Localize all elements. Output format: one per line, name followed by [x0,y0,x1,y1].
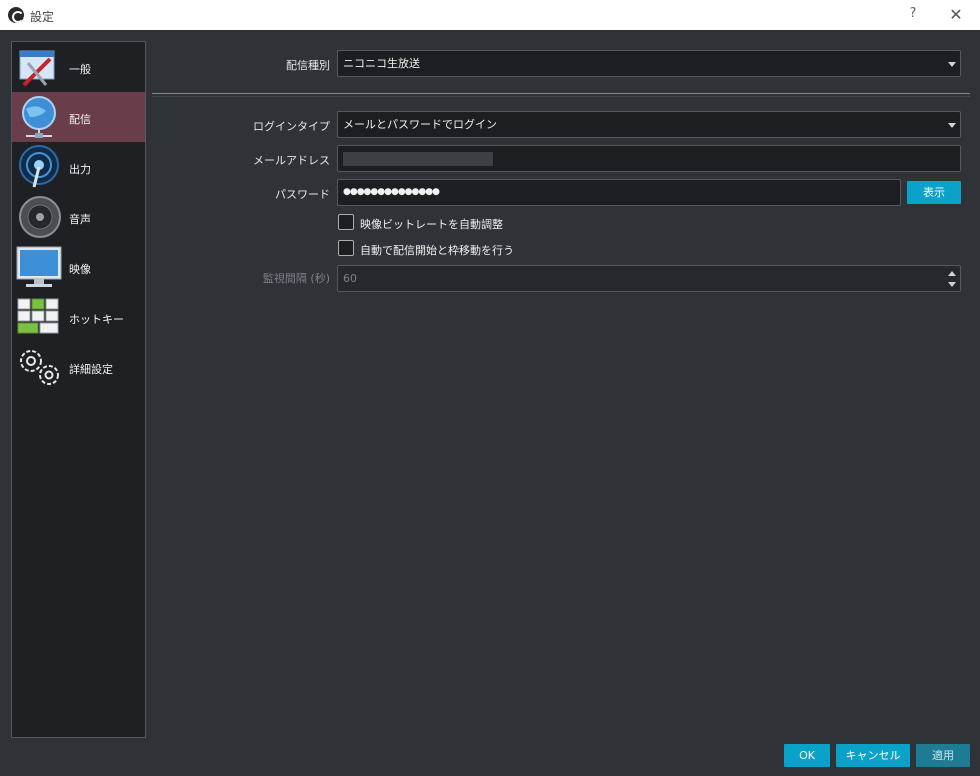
show-password-button[interactable]: 表示 [907,181,961,204]
interval-spinbox[interactable]: 60 [337,265,961,292]
login-type-label: ログインタイプ [253,120,330,133]
sidebar-item-label: ホットキー [69,313,124,326]
sidebar-item-label: 映像 [69,263,91,276]
sidebar-item-label: 配信 [69,113,91,126]
window-title: 設定 [30,10,55,24]
globe-network-icon [22,96,56,138]
password-value: ●●●●●●●●●●●●●● [343,187,440,197]
email-field[interactable] [337,145,961,172]
monitor-icon [16,246,62,287]
spin-down-icon[interactable] [948,282,956,287]
auto-bitrate-checkbox[interactable] [338,214,354,230]
sidebar-item-video[interactable]: 映像 [12,242,145,292]
sidebar-item-advanced[interactable]: 詳細設定 [12,342,145,392]
redacted-email [343,152,493,166]
service-label: 配信種別 [286,59,330,72]
password-label: パスワード [275,188,330,201]
service-dropdown[interactable]: ニコニコ生放送 [337,50,961,77]
ok-button[interactable]: OK [784,744,830,767]
sidebar-item-label: 音声 [69,213,91,226]
close-button[interactable]: ✕ [946,5,966,25]
general-tools-icon [19,50,55,87]
broadcast-antenna-icon [19,145,59,188]
section-divider [152,93,970,97]
sidebar-item-output[interactable]: 出力 [12,142,145,192]
sidebar-item-audio[interactable]: 音声 [12,192,145,242]
cancel-button[interactable]: キャンセル [836,744,910,767]
spin-up-icon[interactable] [948,271,956,276]
help-button[interactable]: ? [905,6,921,22]
interval-value: 60 [343,272,357,285]
email-label: メールアドレス [253,154,330,167]
auto-start-label: 自動で配信開始と枠移動を行う [360,244,514,257]
sidebar-item-label: 詳細設定 [69,363,113,376]
chevron-down-icon [948,123,956,128]
settings-sidebar: 一般 配信 出力 音声 映像 ホットキー 詳細設定 [11,41,146,738]
sidebar-item-label: 一般 [69,63,91,76]
obs-app-icon [8,7,24,23]
sidebar-item-label: 出力 [69,163,91,176]
speaker-icon [19,196,61,238]
sidebar-item-general[interactable]: 一般 [12,42,145,92]
password-field[interactable]: ●●●●●●●●●●●●●● [337,179,901,206]
apply-button[interactable]: 適用 [916,744,970,767]
sidebar-item-hotkeys[interactable]: ホットキー [12,292,145,342]
auto-bitrate-label: 映像ビットレートを自動調整 [360,218,503,231]
service-value: ニコニコ生放送 [343,57,420,70]
keyboard-icon [17,298,59,334]
sidebar-item-stream[interactable]: 配信 [12,92,145,142]
chevron-down-icon [948,62,956,67]
auto-start-checkbox[interactable] [338,240,354,256]
title-bar: 設定 ? ✕ [0,0,980,30]
interval-label: 監視間隔 (秒) [262,272,330,285]
login-type-value: メールとパスワードでログイン [343,118,497,131]
login-type-dropdown[interactable]: メールとパスワードでログイン [337,111,961,138]
gears-icon [20,350,59,385]
